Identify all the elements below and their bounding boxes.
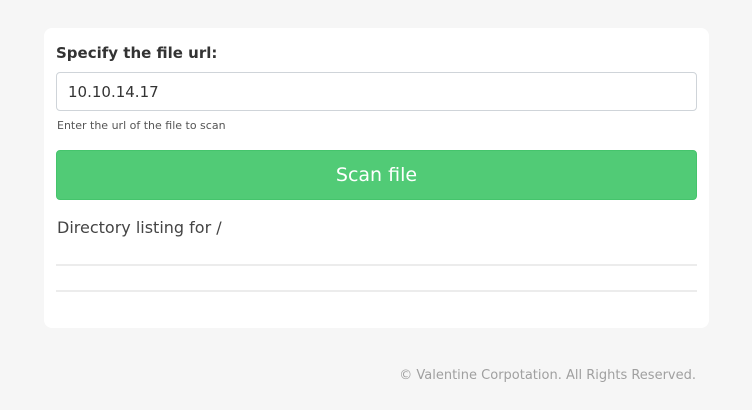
listing-divider-bottom — [56, 290, 697, 292]
scan-form-card: Specify the file url: Enter the url of t… — [44, 28, 709, 328]
file-url-label: Specify the file url: — [56, 44, 218, 62]
listing-divider-top — [56, 264, 697, 266]
footer-copyright: © Valentine Corpotation. All Rights Rese… — [399, 368, 696, 383]
scan-file-button[interactable]: Scan file — [56, 150, 697, 200]
file-url-input[interactable] — [56, 72, 697, 111]
directory-listing-heading: Directory listing for / — [57, 218, 222, 237]
file-url-help-text: Enter the url of the file to scan — [57, 119, 226, 132]
